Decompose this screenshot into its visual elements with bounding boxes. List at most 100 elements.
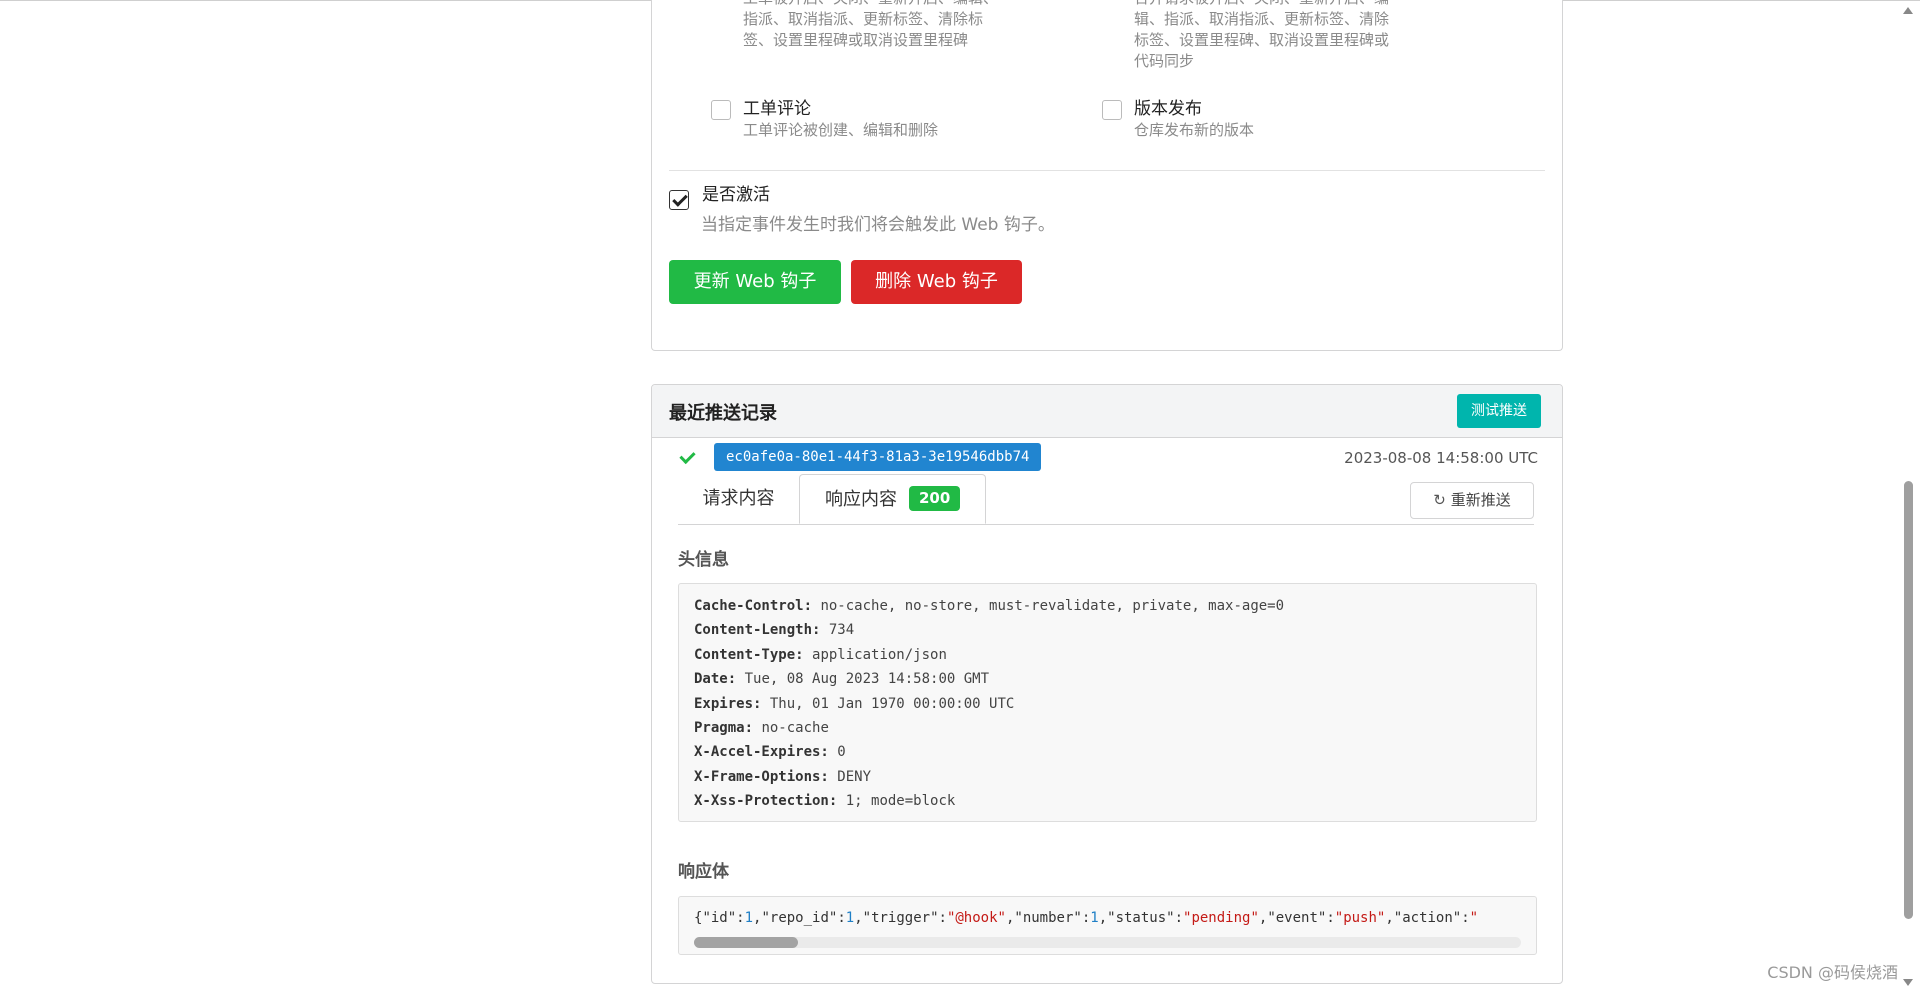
json-token: 1 [1090, 910, 1099, 926]
active-description: 当指定事件发生时我们将会触发此 Web 钩子。 [701, 215, 1055, 235]
header-row: X-Accel-Expires: 0 [694, 740, 1521, 764]
event-desc-line: 工单被开启、关闭、重新开启、编辑、 [743, 0, 998, 9]
header-key: X-Xss-Protection: [694, 793, 838, 810]
release-checkbox[interactable] [1102, 100, 1122, 120]
headers-list: Cache-Control: no-cache, no-store, must-… [679, 584, 1536, 821]
json-token: " [1469, 910, 1479, 926]
active-checkbox[interactable] [669, 190, 689, 210]
header-row: Content-Type: application/json [694, 643, 1521, 667]
header-row: Content-Length: 734 [694, 618, 1521, 642]
delivery-tabs: 请求内容 响应内容 200 ↻ 重新推送 [678, 474, 1534, 525]
recent-deliveries-header: 最近推送记录 测试推送 [652, 385, 1562, 438]
refresh-icon: ↻ [1433, 491, 1446, 509]
section-divider [669, 170, 1545, 171]
tab-request[interactable]: 请求内容 [678, 474, 799, 524]
json-token: "pending" [1183, 910, 1259, 926]
json-token: "repo_id" [761, 910, 838, 926]
json-token: : [1461, 910, 1470, 926]
json-token: : [1174, 910, 1184, 926]
header-key: X-Frame-Options: [694, 768, 829, 785]
json-token: "push" [1334, 910, 1386, 926]
response-body-code: {"id":1,"repo_id":1,"trigger":"@hook","n… [679, 897, 1536, 930]
tab-response-label: 响应内容 [825, 489, 897, 510]
event-desc: 工单评论被创建、编辑和删除 [743, 121, 939, 139]
json-token: : [938, 910, 947, 926]
horizontal-scrollbar[interactable] [694, 937, 1521, 948]
header-value: 734 [828, 622, 855, 639]
delete-webhook-button[interactable]: 删除 Web 钩子 [851, 260, 1022, 304]
redeliver-button[interactable]: ↻ 重新推送 [1410, 482, 1534, 519]
json-token: : [837, 910, 846, 926]
scroll-down-arrow-icon[interactable] [1903, 979, 1913, 986]
header-value: DENY [837, 768, 872, 785]
recent-deliveries-title: 最近推送记录 [669, 403, 777, 424]
event-desc: 仓库发布新的版本 [1134, 121, 1255, 139]
json-token: "trigger" [862, 910, 939, 926]
event-desc-line: 标签、设置里程碑、取消设置里程碑或 [1134, 31, 1390, 49]
json-token: , [854, 910, 863, 926]
event-issues-description: 工单被开启、关闭、重新开启、编辑、 指派、取消指派、更新标签、清除标 签、设置里… [743, 0, 998, 51]
horizontal-scrollbar-thumb[interactable] [694, 937, 798, 948]
json-token: : [1081, 910, 1091, 926]
response-body-box: {"id":1,"repo_id":1,"trigger":"@hook","n… [678, 896, 1537, 955]
active-label: 是否激活 [702, 185, 770, 205]
event-desc-line: 合并请求被开启、关闭、重新开启、编 [1134, 0, 1389, 9]
header-row: X-Xss-Protection: 1; mode=block [694, 789, 1521, 813]
delivery-uuid-label[interactable]: ec0afe0a-80e1-44f3-81a3-3e19546dbb74 [714, 443, 1042, 471]
event-desc-line: 代码同步 [1134, 52, 1195, 70]
header-key: Date: [694, 671, 737, 688]
headers-section-title: 头信息 [678, 550, 729, 570]
event-desc-line: 辑、指派、取消指派、更新标签、清除 [1134, 10, 1390, 28]
header-value: no-cache, no-store, must-revalidate, pri… [820, 598, 1285, 614]
webhook-settings-panel: 工单被开启、关闭、重新开启、编辑、 指派、取消指派、更新标签、清除标 签、设置里… [651, 0, 1563, 351]
json-token: "id" [702, 910, 737, 926]
event-title: 版本发布 [1134, 99, 1202, 119]
tab-response[interactable]: 响应内容 200 [799, 474, 986, 524]
watermark: CSDN @码侯烧酒 [1767, 963, 1898, 982]
json-token: "action" [1393, 910, 1462, 926]
header-value: application/json [812, 646, 947, 663]
json-token: : [1326, 910, 1335, 926]
header-key: Pragma: [694, 719, 754, 736]
event-desc-line: 签、设置里程碑或取消设置里程碑 [743, 31, 969, 49]
json-token: 1 [845, 910, 855, 926]
event-desc-line: 指派、取消指派、更新标签、清除标 [743, 10, 984, 28]
header-row: Expires: Thu, 01 Jan 1970 00:00:00 UTC [694, 692, 1521, 716]
status-code-badge: 200 [909, 486, 961, 511]
delivery-timestamp: 2023-08-08 14:58:00 UTC [1344, 449, 1538, 467]
header-value: Tue, 08 Aug 2023 14:58:00 GMT [744, 671, 990, 688]
header-value: 0 [837, 744, 846, 761]
json-token: "status" [1107, 910, 1175, 926]
header-key: X-Accel-Expires: [694, 744, 829, 761]
header-value: Thu, 01 Jan 1970 00:00:00 UTC [769, 695, 1015, 712]
issue-comment-checkbox[interactable] [711, 100, 731, 120]
update-webhook-button[interactable]: 更新 Web 钩子 [669, 260, 841, 304]
json-token: 1 [744, 910, 754, 926]
event-issue-comment: 工单评论 工单评论被创建、编辑和删除 [743, 98, 938, 141]
success-check-icon [679, 447, 696, 465]
header-row: Date: Tue, 08 Aug 2023 14:58:00 GMT [694, 667, 1521, 691]
test-delivery-button[interactable]: 测试推送 [1457, 394, 1541, 428]
json-token: : [736, 910, 745, 926]
header-value: no-cache [761, 719, 829, 736]
redeliver-label: 重新推送 [1450, 491, 1511, 509]
json-token: , [1385, 910, 1394, 926]
webhook-settings-column: 工单被开启、关闭、重新开启、编辑、 指派、取消指派、更新标签、清除标 签、设置里… [651, 0, 1563, 984]
event-pull-request-description: 合并请求被开启、关闭、重新开启、编 辑、指派、取消指派、更新标签、清除 标签、设… [1134, 0, 1389, 72]
scroll-up-arrow-icon[interactable] [1903, 7, 1913, 14]
event-title: 工单评论 [743, 99, 811, 119]
body-section-title: 响应体 [678, 862, 729, 882]
json-token: "event" [1267, 910, 1327, 926]
event-release: 版本发布 仓库发布新的版本 [1134, 98, 1254, 141]
header-row: X-Frame-Options: DENY [694, 765, 1521, 789]
header-key: Content-Type: [694, 646, 804, 663]
response-headers-box: Cache-Control: no-cache, no-store, must-… [678, 583, 1537, 822]
header-key: Cache-Control: [694, 598, 813, 614]
header-row: Pragma: no-cache [694, 716, 1521, 740]
json-token: "number" [1014, 910, 1082, 926]
header-key: Content-Length: [694, 622, 821, 639]
vertical-scrollbar-thumb[interactable] [1904, 481, 1913, 919]
header-row: Cache-Control: no-cache, no-store, must-… [694, 594, 1521, 618]
json-token: "@hook" [946, 910, 1006, 926]
json-token: , [1098, 910, 1108, 926]
